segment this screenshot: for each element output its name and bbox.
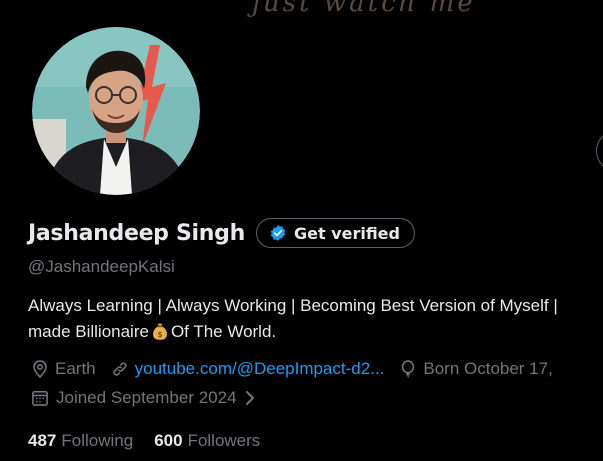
website-item[interactable]: youtube.com/@DeepImpact-d2...	[110, 359, 385, 379]
followers-link[interactable]: 600 Followers	[154, 431, 260, 451]
joined-text: Joined September 2024	[56, 388, 237, 407]
birthday-text: Born October 17,	[423, 359, 553, 378]
chevron-right-icon	[245, 391, 254, 405]
profile-bio: Always Learning | Always Working | Becom…	[28, 293, 603, 345]
profile-meta-row: Earth youtube.com/@DeepImpact-d2... Born…	[30, 359, 567, 379]
followers-count: 600	[154, 431, 183, 450]
link-icon	[112, 362, 127, 376]
display-name: Jashandeep Singh	[28, 220, 245, 246]
profile-page: just watch me Jashandeep Singh Get verif…	[0, 0, 603, 461]
following-label: Following	[61, 431, 134, 450]
bio-line-2-end: Of The World.	[170, 322, 277, 341]
moneybag-emoji-icon: $	[153, 323, 167, 340]
bio-line-2: made Billionaire $ Of The World.	[28, 319, 603, 345]
balloon-icon	[402, 360, 415, 378]
profile-name-row: Jashandeep Singh Get verified	[28, 218, 415, 248]
following-count: 487	[28, 431, 57, 450]
verified-badge-icon	[270, 225, 286, 241]
joined-item[interactable]: Joined September 2024	[30, 388, 257, 408]
following-link[interactable]: 487 Following	[28, 431, 133, 451]
profile-action-button[interactable]	[596, 130, 603, 172]
banner-script-text: just watch me	[252, 0, 476, 18]
birthday-item: Born October 17,	[398, 359, 553, 379]
svg-text:$: $	[157, 330, 162, 339]
get-verified-button[interactable]: Get verified	[255, 218, 415, 248]
location-text: Earth	[55, 359, 96, 378]
website-link[interactable]: youtube.com/@DeepImpact-d2...	[135, 359, 385, 379]
location-item: Earth	[30, 359, 96, 379]
followers-label: Followers	[187, 431, 261, 450]
profile-handle: @JashandeepKalsi	[28, 257, 175, 276]
bio-line-2-start: made Billionaire	[28, 322, 149, 341]
avatar-photo	[32, 27, 200, 195]
bio-line-1: Always Learning | Always Working | Becom…	[28, 296, 558, 315]
follow-stats: 487 Following 600 Followers	[28, 431, 281, 451]
calendar-icon	[32, 390, 48, 406]
location-pin-icon	[33, 360, 47, 379]
avatar[interactable]	[32, 27, 200, 195]
get-verified-label: Get verified	[293, 223, 400, 243]
